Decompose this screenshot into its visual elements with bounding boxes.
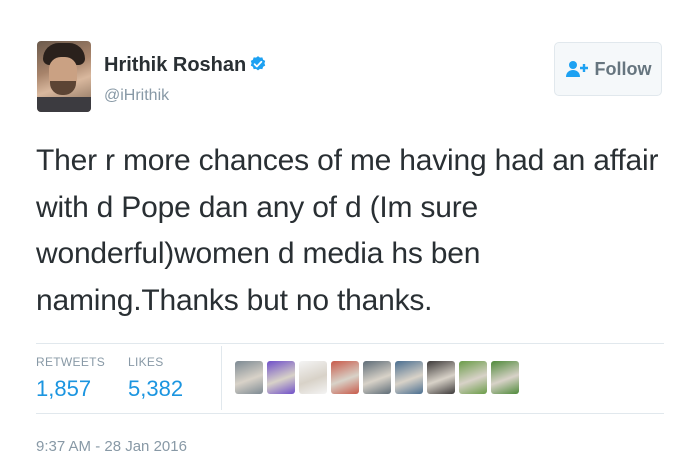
stats-top-divider — [36, 343, 664, 344]
liker-avatar[interactable] — [267, 361, 295, 394]
tweet-text: Ther r more chances of me having had an … — [36, 138, 676, 324]
profile-avatar[interactable] — [37, 41, 91, 112]
stats-separator — [221, 346, 222, 410]
tweet-timestamp[interactable]: 9:37 AM - 28 Jan 2016 — [36, 438, 187, 455]
stats-bottom-divider — [36, 413, 664, 414]
liker-avatars — [235, 361, 519, 394]
follow-button[interactable]: Follow — [554, 42, 662, 96]
retweets-label[interactable]: RETWEETS — [36, 355, 105, 369]
liker-avatar[interactable] — [363, 361, 391, 394]
retweets-count[interactable]: 1,857 — [36, 376, 91, 402]
avatar-beard — [50, 81, 76, 95]
liker-avatar[interactable] — [459, 361, 487, 394]
tweet-line: Ther r more chances of me having had an … — [36, 144, 659, 177]
liker-avatar[interactable] — [235, 361, 263, 394]
likes-count[interactable]: 5,382 — [128, 376, 183, 402]
avatar-shirt — [37, 97, 91, 112]
follow-label: Follow — [594, 58, 652, 79]
tweet-line: naming.Thanks but no thanks. — [36, 283, 433, 317]
verified-badge-icon — [250, 56, 266, 71]
likes-label[interactable]: LIKES — [128, 355, 164, 369]
tweet-line: wonderful)women d media hs ben — [36, 237, 481, 270]
user-handle[interactable]: @iHrithik — [104, 87, 169, 105]
liker-avatar[interactable] — [331, 361, 359, 394]
add-user-icon — [565, 61, 588, 77]
liker-avatar[interactable] — [427, 361, 455, 394]
liker-avatar[interactable] — [395, 361, 423, 394]
liker-avatar[interactable] — [491, 361, 519, 394]
tweet-line: with d Pope dan any of d (Im sure — [36, 190, 478, 224]
display-name[interactable]: Hrithik Roshan — [104, 54, 246, 77]
liker-avatar[interactable] — [299, 361, 327, 394]
